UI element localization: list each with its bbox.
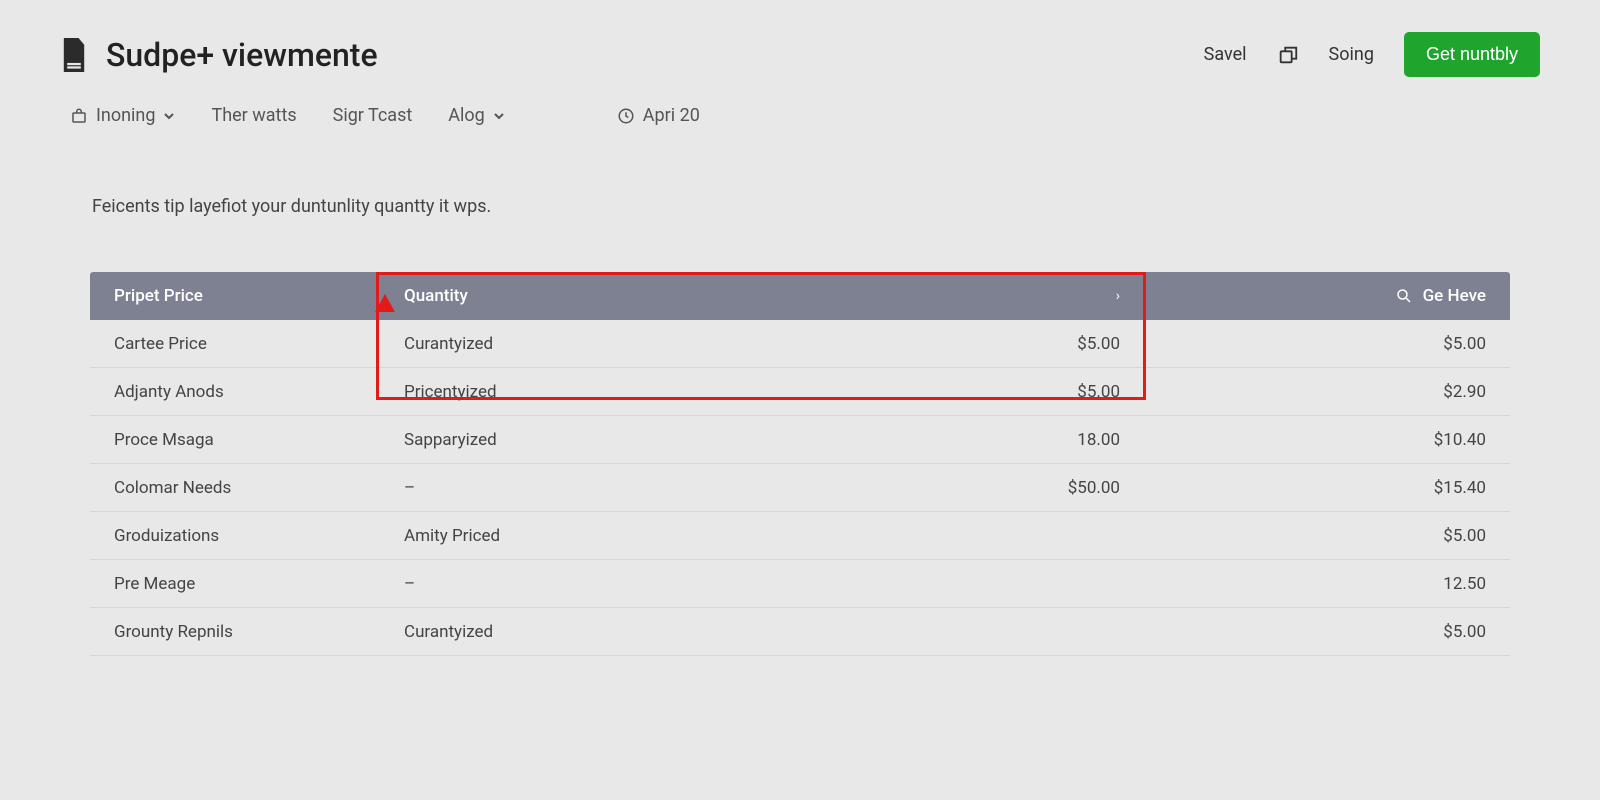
th-ge-heve-label: Ge Heve [1423, 286, 1486, 306]
table-row[interactable]: Colomar Needs–$50.00$15.40 [90, 464, 1510, 512]
cell-amount-1: $50.00 [720, 478, 1160, 498]
table-row[interactable]: Proce MsagaSapparyized18.00$10.40 [90, 416, 1510, 464]
cell-amount-1: 18.00 [720, 430, 1160, 450]
page-header: Sudpe+ viewmente Savel Soing Get nuntbly [60, 32, 1540, 77]
save-link[interactable]: Savel [1204, 44, 1247, 65]
cell-name: Adjanty Anods [90, 382, 380, 402]
cell-quantity: Curantyized [380, 334, 720, 354]
get-nuntbly-button[interactable]: Get nuntbly [1404, 32, 1540, 77]
table-row[interactable]: Pre Meage– 12.50 [90, 560, 1510, 608]
cell-name: Grounty Repnils [90, 622, 380, 642]
table-header-row: Pripet Price Quantity › Ge Heve [90, 272, 1510, 320]
cell-amount-2: 12.50 [1160, 574, 1510, 594]
table-row[interactable]: Adjanty AnodsPricentyized$5.00$2.90 [90, 368, 1510, 416]
alog-label: Alog [448, 105, 485, 126]
cell-amount-2: $2.90 [1160, 382, 1510, 402]
cell-quantity: – [380, 478, 720, 498]
cell-amount-2: $10.40 [1160, 430, 1510, 450]
cell-quantity: Pricentyized [380, 382, 720, 402]
cell-amount-2: $5.00 [1160, 526, 1510, 546]
document-icon [60, 38, 88, 72]
sigr-tcast-tab[interactable]: Sigr Tcast [333, 105, 413, 126]
cell-quantity: – [380, 574, 720, 594]
cell-amount-1: $5.00 [720, 382, 1160, 402]
cell-name: Groduizations [90, 526, 380, 546]
price-table: Pripet Price Quantity › Ge Heve Cartee P… [90, 272, 1510, 656]
ther-watts-label: Ther watts [211, 105, 296, 126]
th-ge-heve[interactable]: Ge Heve [1160, 286, 1510, 306]
chevron-right-icon: › [1116, 288, 1120, 304]
sigr-tcast-label: Sigr Tcast [333, 105, 413, 126]
cell-quantity: Amity Priced [380, 526, 720, 546]
clock-icon [617, 107, 635, 125]
table-row[interactable]: Cartee PriceCurantyized$5.00$5.00 [90, 320, 1510, 368]
table-row[interactable]: Grounty RepnilsCurantyized $5.00 [90, 608, 1510, 656]
cell-amount-2: $5.00 [1160, 334, 1510, 354]
share-icon[interactable] [1277, 44, 1299, 66]
alog-dropdown[interactable]: Alog [448, 105, 505, 126]
th-pripet-price[interactable]: Pripet Price [90, 286, 380, 306]
page-title: Sudpe+ viewmente [106, 36, 378, 74]
date-picker[interactable]: Apri 20 [617, 105, 700, 126]
bag-icon [70, 107, 88, 125]
summary-text: Feicents tip layefiot your duntunlity qu… [60, 196, 1540, 217]
cell-name: Proce Msaga [90, 430, 380, 450]
chevron-down-icon [493, 110, 505, 122]
cell-amount-2: $15.40 [1160, 478, 1510, 498]
table-row[interactable]: GroduizationsAmity Priced $5.00 [90, 512, 1510, 560]
ther-watts-tab[interactable]: Ther watts [211, 105, 296, 126]
search-icon [1395, 287, 1413, 305]
soing-link[interactable]: Soing [1329, 44, 1374, 65]
th-quantity[interactable]: Quantity › [380, 286, 1160, 306]
date-label: Apri 20 [643, 105, 700, 126]
chevron-down-icon [163, 110, 175, 122]
inoning-dropdown[interactable]: Inoning [70, 105, 175, 126]
cell-name: Colomar Needs [90, 478, 380, 498]
cell-quantity: Curantyized [380, 622, 720, 642]
th-quantity-label: Quantity [404, 286, 468, 306]
inoning-label: Inoning [96, 105, 155, 126]
toolbar: Inoning Ther watts Sigr Tcast Alog Apri … [60, 105, 1540, 126]
cell-name: Cartee Price [90, 334, 380, 354]
cell-quantity: Sapparyized [380, 430, 720, 450]
cell-amount-1: $5.00 [720, 334, 1160, 354]
cell-amount-2: $5.00 [1160, 622, 1510, 642]
cell-name: Pre Meage [90, 574, 380, 594]
